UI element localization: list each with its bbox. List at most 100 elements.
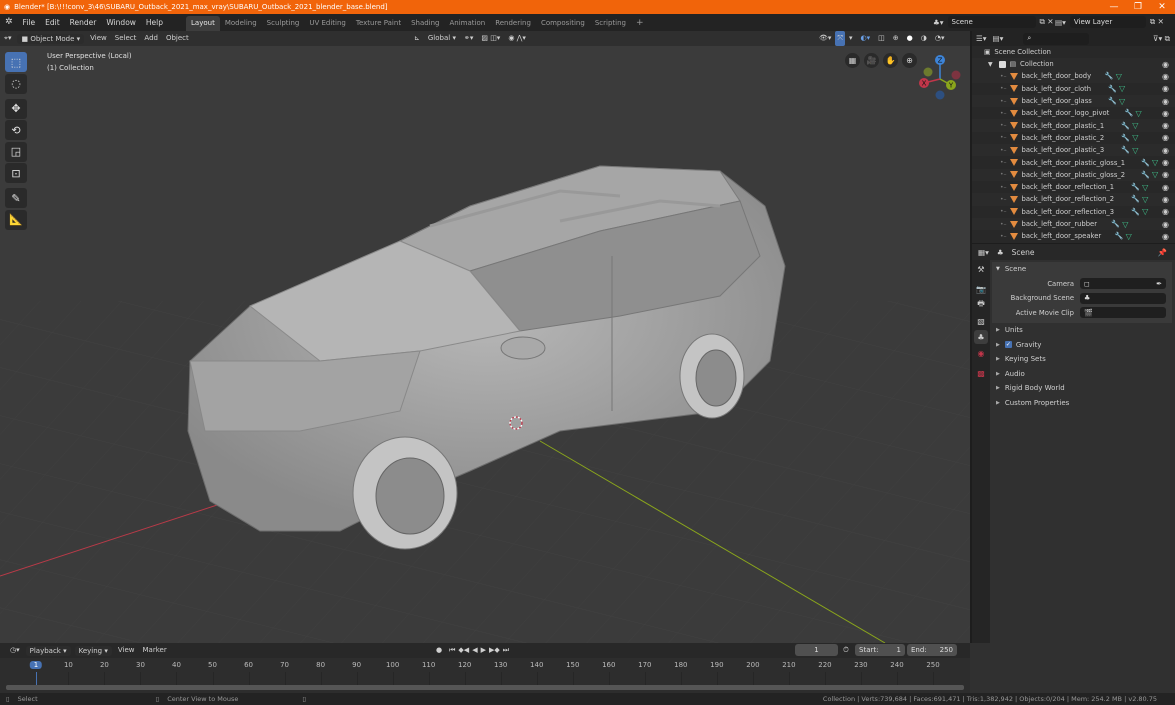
- toggle-camera-view-icon[interactable]: ▦: [845, 53, 860, 68]
- scene-panel-header[interactable]: ▼ Scene: [992, 262, 1172, 277]
- proportional-edit-icon[interactable]: ◉ ⋀▾: [504, 31, 530, 46]
- expand-arrow-icon[interactable]: ▼: [988, 61, 993, 68]
- mesh-data-icon[interactable]: ▽: [1132, 121, 1138, 130]
- blender-menu-icon[interactable]: ✲: [0, 14, 18, 31]
- outliner-item[interactable]: •– back_left_door_body 🔧 ▽ ◉: [972, 70, 1175, 83]
- menu-render[interactable]: Render: [65, 14, 102, 31]
- workspace-tab-uv-editing[interactable]: UV Editing: [304, 16, 351, 31]
- outliner-item[interactable]: •– back_left_door_cloth 🔧 ▽ ◉: [972, 83, 1175, 95]
- scale-tool[interactable]: ◲: [5, 141, 27, 162]
- add-workspace-icon[interactable]: +: [631, 16, 649, 31]
- eyedropper-icon[interactable]: ✒: [1156, 280, 1162, 288]
- world-tab-icon[interactable]: ◉: [974, 346, 988, 360]
- visibility-eye-icon[interactable]: ◉: [1162, 133, 1169, 142]
- axis-gizmo[interactable]: Z X Y: [915, 52, 965, 102]
- camera-icon[interactable]: 🎥: [864, 53, 879, 68]
- workspace-tab-rendering[interactable]: Rendering: [490, 16, 536, 31]
- view-layer-field[interactable]: View Layer: [1069, 16, 1146, 28]
- menu-help[interactable]: Help: [141, 14, 168, 31]
- outliner-editor-type-icon[interactable]: ☰▾: [976, 34, 987, 43]
- workspace-tab-layout[interactable]: Layout: [186, 15, 220, 31]
- section-keying-sets[interactable]: ▶ Keying Sets: [992, 352, 1172, 367]
- modifier-wrench-icon[interactable]: 🔧: [1141, 171, 1150, 179]
- workspace-tab-modeling[interactable]: Modeling: [220, 16, 262, 31]
- view-layer-tab-icon[interactable]: ▧: [974, 314, 988, 328]
- menu-select[interactable]: Select: [111, 31, 141, 46]
- timeline-scrollbar[interactable]: [6, 685, 964, 690]
- menu-view[interactable]: View: [86, 31, 111, 46]
- modifier-wrench-icon[interactable]: 🔧: [1105, 72, 1114, 80]
- visibility-eye-icon[interactable]: ◉: [1162, 97, 1169, 106]
- modifier-wrench-icon[interactable]: 🔧: [1115, 232, 1124, 240]
- overlay-toggle-icon[interactable]: ◐▾: [857, 31, 875, 46]
- outliner-item[interactable]: •– back_left_door_speaker 🔧 ▽ ◉: [972, 230, 1175, 242]
- properties-editor-type-icon[interactable]: ▦▾: [978, 248, 989, 257]
- xray-icon[interactable]: ◫: [874, 31, 889, 46]
- close-button[interactable]: ✕: [1151, 0, 1173, 14]
- select-box-tool[interactable]: ⬚: [5, 52, 27, 72]
- visibility-eye-icon[interactable]: ◉: [1162, 220, 1169, 229]
- move-tool[interactable]: ✥: [5, 98, 27, 119]
- modifier-wrench-icon[interactable]: 🔧: [1131, 195, 1140, 203]
- section-custom-properties[interactable]: ▶ Custom Properties: [992, 396, 1172, 411]
- mesh-data-icon[interactable]: ▽: [1142, 183, 1148, 192]
- shading-material-icon[interactable]: ◑: [917, 31, 931, 46]
- section-units[interactable]: ▶ Units: [992, 323, 1172, 338]
- menu-file[interactable]: File: [18, 14, 41, 31]
- visibility-eye-icon[interactable]: ◉: [1162, 183, 1169, 192]
- shading-wireframe-icon[interactable]: ⊕: [889, 31, 903, 46]
- outliner-search-input[interactable]: ⌕: [1023, 32, 1090, 45]
- outliner-item[interactable]: •– back_left_door_plastic_2 🔧 ▽ ◉: [972, 132, 1175, 144]
- shading-rendered-icon[interactable]: ◔▾: [931, 31, 949, 46]
- measure-tool[interactable]: 📐: [5, 209, 27, 230]
- background-scene-field[interactable]: ♣: [1080, 292, 1166, 304]
- visibility-icon[interactable]: 👁▾: [815, 31, 835, 46]
- modifier-wrench-icon[interactable]: 🔧: [1131, 183, 1140, 191]
- mesh-data-icon[interactable]: ▽: [1126, 232, 1132, 241]
- outliner-item[interactable]: •– back_left_door_plastic_3 🔧 ▽ ◉: [972, 144, 1175, 157]
- mode-dropdown[interactable]: ■ Object Mode ▾: [17, 33, 85, 44]
- output-tab-icon[interactable]: 🖶: [974, 298, 988, 312]
- section-rigid-body-world[interactable]: ▶ Rigid Body World: [992, 381, 1172, 396]
- gizmo-neg-x[interactable]: [951, 70, 961, 80]
- collection-row[interactable]: ▼ ▤ Collection ◉: [972, 58, 1175, 71]
- maximize-button[interactable]: ❐: [1127, 0, 1149, 14]
- camera-field[interactable]: ◻ ✒: [1080, 278, 1166, 290]
- gizmo-neg-y[interactable]: [923, 67, 933, 77]
- snap-icon[interactable]: ▨ ◫▾: [477, 31, 504, 46]
- tool-tab-icon[interactable]: ⚒: [974, 262, 988, 276]
- annotate-tool[interactable]: ✎: [5, 188, 27, 208]
- visibility-eye-icon[interactable]: ◉: [1162, 60, 1169, 69]
- menu-object[interactable]: Object: [162, 31, 193, 46]
- workspace-tab-sculpting[interactable]: Sculpting: [262, 16, 305, 31]
- modifier-wrench-icon[interactable]: 🔧: [1111, 220, 1120, 228]
- pan-hand-icon[interactable]: ✋: [883, 53, 898, 68]
- orientation-dropdown[interactable]: Global ▾: [424, 31, 460, 46]
- modifier-wrench-icon[interactable]: 🔧: [1121, 146, 1130, 154]
- outliner-item[interactable]: •– back_left_door_logo_pivot 🔧 ▽ ◉: [972, 107, 1175, 119]
- outliner-item[interactable]: •– back_left_door_plastic_1 🔧 ▽ ◉: [972, 119, 1175, 132]
- modifier-wrench-icon[interactable]: 🔧: [1108, 97, 1117, 105]
- collection-checkbox[interactable]: [998, 60, 1006, 68]
- mesh-data-icon[interactable]: ▽: [1152, 170, 1158, 179]
- mesh-data-icon[interactable]: ▽: [1116, 72, 1122, 81]
- cursor-tool[interactable]: ◌: [5, 73, 27, 94]
- mesh-data-icon[interactable]: ▽: [1122, 220, 1128, 229]
- modifier-wrench-icon[interactable]: 🔧: [1121, 122, 1130, 130]
- modifier-wrench-icon[interactable]: 🔧: [1121, 134, 1130, 142]
- 3d-viewport[interactable]: [0, 31, 970, 643]
- workspace-tab-scripting[interactable]: Scripting: [590, 16, 631, 31]
- gizmo-neg-z[interactable]: [935, 90, 945, 100]
- rotate-tool[interactable]: ⟲: [5, 120, 27, 140]
- workspace-tab-animation[interactable]: Animation: [445, 16, 491, 31]
- section-audio[interactable]: ▶ Audio: [992, 367, 1172, 382]
- modifier-wrench-icon[interactable]: 🔧: [1125, 109, 1134, 117]
- visibility-eye-icon[interactable]: ◉: [1162, 72, 1169, 81]
- workspace-tab-texture-paint[interactable]: Texture Paint: [351, 16, 406, 31]
- visibility-eye-icon[interactable]: ◉: [1162, 158, 1169, 167]
- display-mode-icon[interactable]: ▤▾: [993, 34, 1004, 43]
- transform-tool[interactable]: ⊡: [5, 163, 27, 183]
- scene-icon[interactable]: ♣▾: [933, 18, 944, 27]
- mesh-data-icon[interactable]: ▽: [1132, 133, 1138, 142]
- modifier-wrench-icon[interactable]: 🔧: [1141, 159, 1150, 167]
